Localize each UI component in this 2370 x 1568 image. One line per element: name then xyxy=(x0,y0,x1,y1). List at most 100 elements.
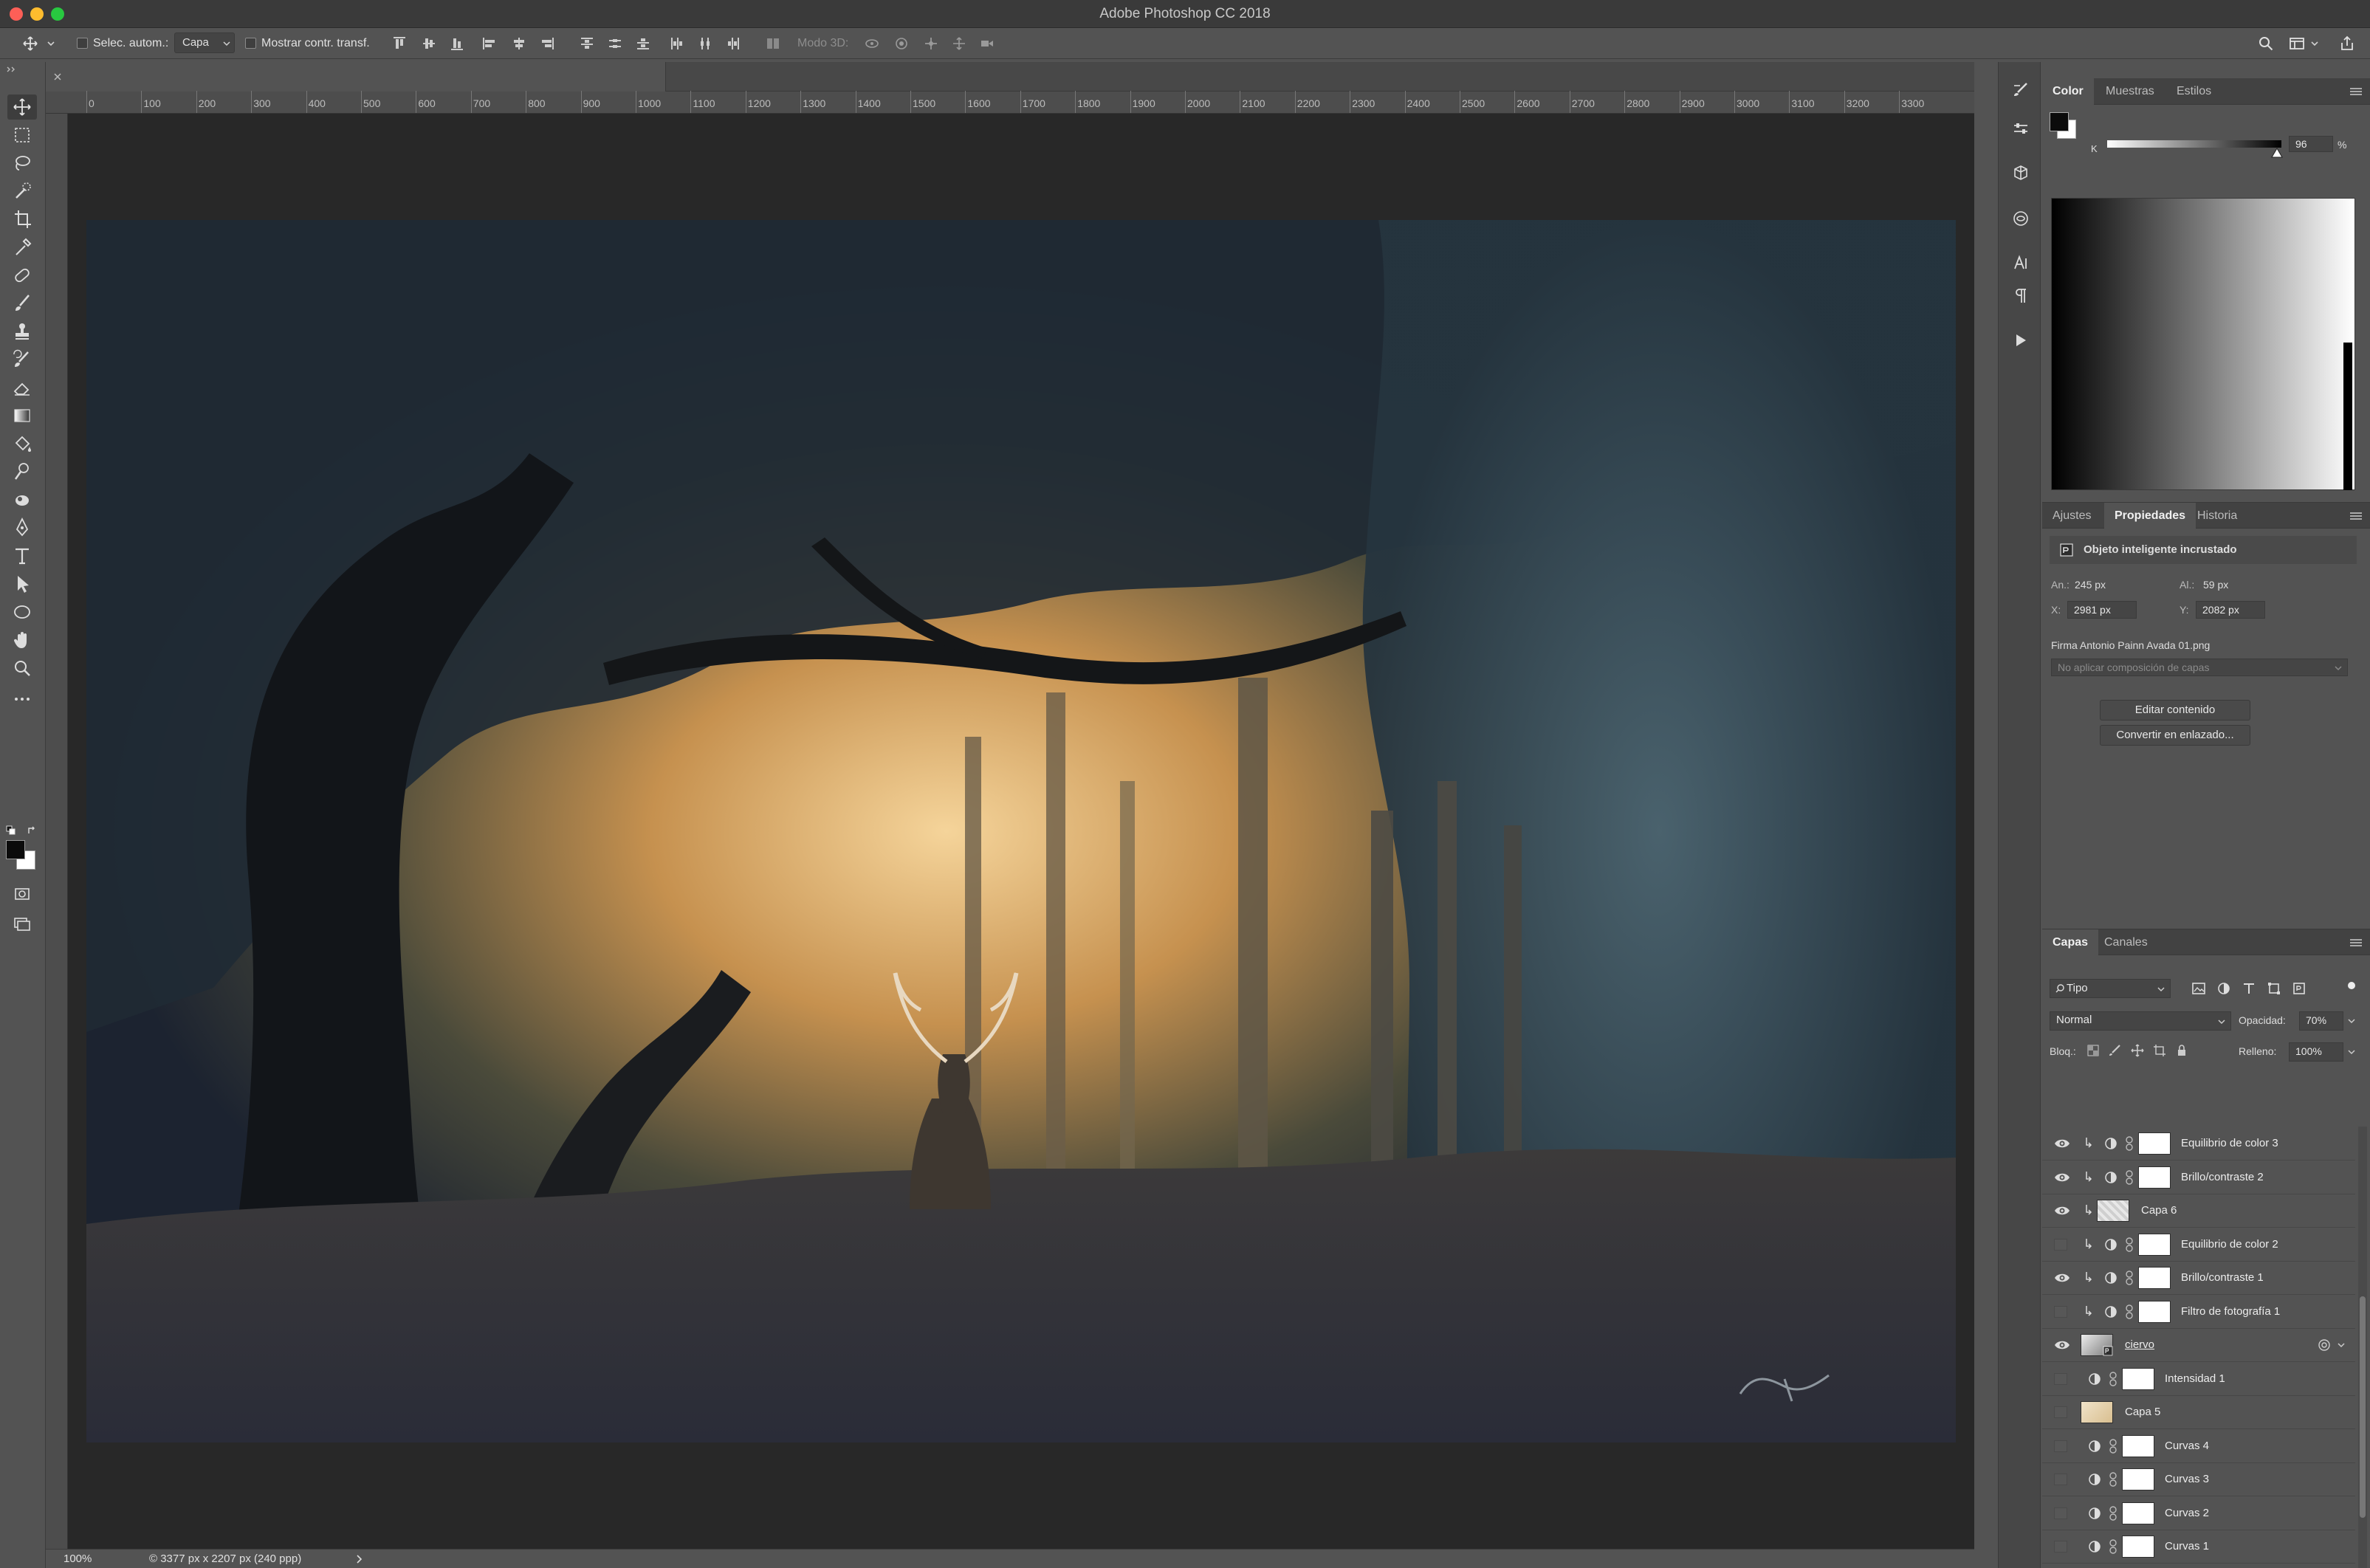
layer-row[interactable]: Equilibrio de color 3 xyxy=(2042,1127,2355,1160)
layer-name[interactable]: Curvas 3 xyxy=(2165,1473,2209,1485)
layer-mask-thumbnail[interactable] xyxy=(2138,1300,2171,1323)
layer-name[interactable]: Curvas 1 xyxy=(2165,1540,2209,1552)
distribute-top-icon[interactable] xyxy=(579,35,595,52)
mask-link-icon[interactable] xyxy=(2125,1270,2134,1286)
eye-icon[interactable] xyxy=(2054,1137,2070,1150)
k-value-field[interactable]: 96 xyxy=(2289,136,2333,152)
layer-mask-thumbnail[interactable] xyxy=(2122,1367,2154,1390)
slider-thumb-icon[interactable] xyxy=(2271,148,2283,158)
auto-select-checkbox[interactable] xyxy=(77,38,88,49)
layer-mask-thumbnail[interactable] xyxy=(2138,1166,2171,1189)
paint-bucket-tool[interactable] xyxy=(7,431,37,456)
lock-all-icon[interactable] xyxy=(2175,1044,2188,1057)
filter-shape-icon[interactable] xyxy=(2267,982,2281,995)
healing-brush-tool[interactable] xyxy=(7,263,37,288)
move-tool-preset-icon[interactable] xyxy=(22,35,38,52)
mask-link-icon[interactable] xyxy=(2109,1471,2117,1488)
layer-thumbnail[interactable] xyxy=(2097,1200,2129,1222)
workspace-icon[interactable] xyxy=(2289,35,2305,52)
mask-link-icon[interactable] xyxy=(2109,1505,2117,1521)
blend-mode-dropdown[interactable]: Normal xyxy=(2050,1011,2231,1031)
screen-mode-button[interactable] xyxy=(7,911,37,936)
layer-mask-thumbnail[interactable] xyxy=(2122,1434,2154,1457)
3d-slide-icon[interactable] xyxy=(951,35,967,52)
layer-mask-thumbnail[interactable] xyxy=(2138,1132,2171,1155)
layer-name[interactable]: ciervo xyxy=(2125,1338,2154,1351)
visibility-toggle[interactable] xyxy=(2054,1305,2067,1318)
type-tool[interactable] xyxy=(7,543,37,568)
share-icon[interactable] xyxy=(2339,35,2355,52)
tab-adjustments[interactable]: Ajustes xyxy=(2042,503,2101,529)
ellipse-tool[interactable] xyxy=(7,599,37,625)
tab-color[interactable]: Color xyxy=(2042,78,2094,105)
layer-name[interactable]: Intensidad 1 xyxy=(2165,1372,2225,1385)
show-transform-checkbox[interactable] xyxy=(245,38,256,49)
auto-select-target-dropdown[interactable]: Capa xyxy=(174,32,235,53)
layer-row[interactable]: Curvas 3 xyxy=(2042,1462,2355,1496)
tab-channels[interactable]: Canales xyxy=(2094,929,2158,956)
brush-tool[interactable] xyxy=(7,291,37,316)
filter-effects-icon[interactable] xyxy=(2317,1338,2332,1352)
layer-row[interactable]: Intensidad 1 xyxy=(2042,1362,2355,1396)
align-vertical-center-icon[interactable] xyxy=(421,35,437,52)
tab-swatches[interactable]: Muestras xyxy=(2095,78,2165,105)
foreground-color-swatch[interactable] xyxy=(6,840,25,859)
layer-mask-thumbnail[interactable] xyxy=(2138,1267,2171,1289)
eye-icon[interactable] xyxy=(2054,1171,2070,1184)
align-right-icon[interactable] xyxy=(539,35,555,52)
layer-name[interactable]: Brillo/contraste 1 xyxy=(2181,1271,2264,1284)
x-position-field[interactable]: 2981 px xyxy=(2067,601,2137,619)
default-colors-icon[interactable] xyxy=(6,825,16,836)
zoom-level[interactable]: 100% xyxy=(63,1552,92,1565)
tab-history[interactable]: Historia xyxy=(2187,503,2247,529)
eye-icon[interactable] xyxy=(2054,1271,2070,1285)
layer-comp-dropdown[interactable]: No aplicar composición de capas xyxy=(2051,659,2348,676)
chevron-down-icon[interactable] xyxy=(2309,35,2320,52)
layer-row[interactable]: Brillo/contraste 1 xyxy=(2042,1261,2355,1295)
layer-mask-thumbnail[interactable] xyxy=(2138,1233,2171,1256)
marquee-tool[interactable] xyxy=(7,123,37,148)
align-left-icon[interactable] xyxy=(481,35,498,52)
layer-row[interactable]: Capa 5 xyxy=(2042,1395,2355,1429)
mask-link-icon[interactable] xyxy=(2125,1304,2134,1320)
hand-tool[interactable] xyxy=(7,627,37,653)
close-tab-icon[interactable] xyxy=(53,72,62,81)
layer-row[interactable]: Curvas 4 xyxy=(2042,1429,2355,1463)
dodge-tool[interactable] xyxy=(7,459,37,484)
filter-toggle-icon[interactable] xyxy=(2346,980,2357,991)
visibility-toggle[interactable] xyxy=(2054,1372,2067,1385)
swap-colors-icon[interactable] xyxy=(27,825,37,836)
layer-row[interactable]: Curvas 1 xyxy=(2042,1530,2355,1564)
layer-name[interactable]: Curvas 2 xyxy=(2165,1507,2209,1519)
tab-layers[interactable]: Capas xyxy=(2042,929,2099,956)
visibility-toggle[interactable] xyxy=(2054,1474,2067,1485)
visibility-toggle[interactable] xyxy=(2054,1406,2067,1418)
move-tool[interactable] xyxy=(7,94,37,120)
height-value[interactable]: 59 px xyxy=(2203,579,2228,591)
gradient-tool[interactable] xyxy=(7,403,37,428)
3d-roll-icon[interactable] xyxy=(893,35,910,52)
crop-tool[interactable] xyxy=(7,207,37,232)
libraries-icon[interactable] xyxy=(2012,210,2030,227)
convert-to-linked-button[interactable]: Convertir en enlazado... xyxy=(2100,725,2250,746)
3d-cube-icon[interactable] xyxy=(2012,164,2030,182)
layer-mask-thumbnail[interactable] xyxy=(2122,1468,2154,1490)
chevron-right-icon[interactable] xyxy=(354,1554,365,1564)
layer-row[interactable]: Filtro de fotografía 1 xyxy=(2042,1295,2355,1329)
color-spectrum-ramp[interactable] xyxy=(2051,198,2355,490)
distribute-horizontal-center-icon[interactable] xyxy=(697,35,713,52)
layer-row[interactable]: ciervo xyxy=(2042,1328,2355,1362)
quick-selection-tool[interactable] xyxy=(7,179,37,204)
chevron-down-icon[interactable] xyxy=(2346,1047,2357,1057)
blur-tool[interactable] xyxy=(7,487,37,512)
visibility-toggle[interactable] xyxy=(2054,1507,2067,1519)
eye-icon[interactable] xyxy=(2054,1204,2070,1217)
edit-contents-button[interactable]: Editar contenido xyxy=(2100,700,2250,721)
layer-filter-dropdown[interactable]: Tipo xyxy=(2050,979,2171,998)
lock-transparency-icon[interactable] xyxy=(2086,1044,2100,1057)
adjustments-sliders-icon[interactable] xyxy=(2012,121,2030,137)
chevron-down-icon[interactable] xyxy=(2346,1016,2357,1026)
visibility-toggle[interactable] xyxy=(2054,1541,2067,1552)
pen-tool[interactable] xyxy=(7,515,37,540)
layer-name[interactable]: Equilibrio de color 2 xyxy=(2181,1238,2278,1251)
